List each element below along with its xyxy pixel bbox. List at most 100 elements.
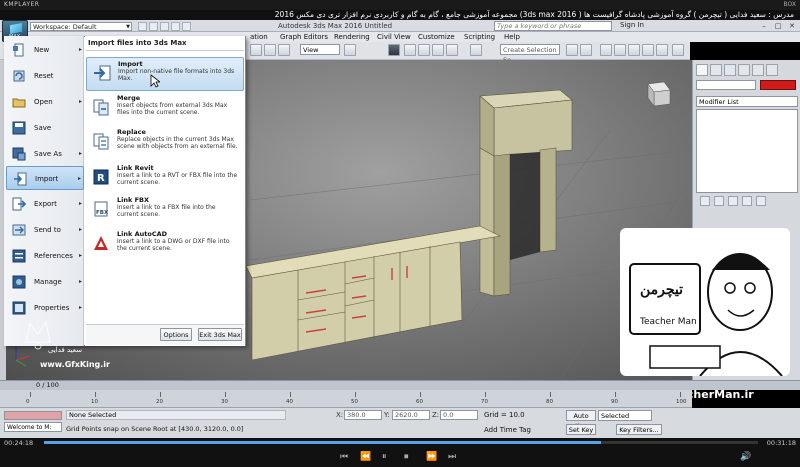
menu-customize[interactable]: Customize (418, 33, 455, 41)
menu-animation[interactable]: ation (250, 33, 268, 41)
utilities-tab-icon[interactable] (766, 64, 778, 76)
search-input[interactable]: Type a keyword or phrase (494, 21, 612, 31)
time-slider[interactable] (0, 380, 800, 390)
select-manipulate-icon[interactable] (388, 44, 400, 56)
y-coordinate-field[interactable]: 2620.0 (392, 410, 430, 420)
modifier-stack[interactable] (696, 109, 798, 193)
menu-import[interactable]: Import ▸ (6, 166, 84, 190)
quick-access-redo-icon[interactable] (182, 22, 191, 31)
previous-icon[interactable]: ⏮ (340, 452, 348, 462)
exit-button[interactable]: Exit 3ds Max (198, 328, 242, 341)
layer-manager-icon[interactable] (614, 44, 626, 56)
import-item-desc: Replace objects in the current 3ds Max s… (117, 136, 238, 150)
z-coordinate-field[interactable]: 0.0 (440, 410, 478, 420)
volume-icon[interactable]: 🔊 (740, 452, 751, 462)
workspace-dropdown[interactable]: Workspace: Default ▼ (30, 22, 132, 31)
import-item-link-fbx[interactable]: FBX Link FBX Insert a link to a FBX file… (86, 194, 244, 228)
menu-export[interactable]: Export ▸ (6, 192, 84, 216)
remove-modifier-icon[interactable] (742, 196, 752, 206)
make-unique-icon[interactable] (728, 196, 738, 206)
import-item-link-autocad[interactable]: Link AutoCAD Insert a link to a DWG or D… (86, 228, 244, 262)
import-item-link-revit[interactable]: R Link Revit Insert a link to a RVT or F… (86, 162, 244, 196)
spinner-snap-icon[interactable] (446, 44, 458, 56)
menu-save-as[interactable]: Save As ▸ (6, 142, 84, 166)
signin-link[interactable]: Sign In (620, 21, 644, 29)
key-filters-button[interactable]: Key Filters... (616, 424, 662, 435)
quick-access-undo-icon[interactable] (171, 22, 180, 31)
set-key-button[interactable]: Set Key (566, 424, 596, 435)
edit-named-selection-icon[interactable] (470, 44, 482, 56)
material-editor-icon[interactable] (656, 44, 668, 56)
quick-access-new-icon[interactable] (138, 22, 147, 31)
player-box-label[interactable]: BOX (784, 1, 796, 8)
track-bar[interactable] (0, 390, 692, 408)
close-icon[interactable]: ✕ (786, 21, 798, 31)
options-button[interactable]: Options (160, 328, 192, 341)
minimize-icon[interactable]: – (758, 21, 770, 31)
bind-space-warp-icon[interactable] (278, 44, 290, 56)
maxscript-listener-input[interactable]: Welcome to M: (4, 422, 62, 432)
unlink-icon[interactable] (264, 44, 276, 56)
stop-icon[interactable]: ⏹ (404, 452, 409, 462)
viewcube-icon[interactable] (647, 81, 671, 107)
menu-help[interactable]: Help (504, 33, 520, 41)
pause-icon[interactable]: ⏸ (382, 452, 387, 462)
menu-manage[interactable]: Manage ▸ (6, 270, 84, 294)
forward-icon[interactable]: ⏩ (426, 452, 437, 462)
timeline-tick (550, 392, 551, 397)
auto-key-button[interactable]: Auto Key (566, 410, 596, 430)
quick-access-save-icon[interactable] (160, 22, 169, 31)
next-icon[interactable]: ⏭ (448, 452, 456, 462)
pivot-icon[interactable] (344, 44, 356, 56)
menu-new[interactable]: New ▸ (6, 38, 84, 62)
menu-open[interactable]: Open ▸ (6, 90, 84, 114)
maximize-icon[interactable]: □ (772, 21, 784, 31)
menu-send-to[interactable]: Send to ▸ (6, 218, 84, 242)
import-item-title: Import (118, 60, 143, 68)
menu-rendering[interactable]: Rendering (334, 33, 370, 41)
motion-tab-icon[interactable] (738, 64, 750, 76)
object-name-field[interactable] (696, 80, 756, 90)
hierarchy-tab-icon[interactable] (724, 64, 736, 76)
rewind-icon[interactable]: ⏪ (360, 452, 371, 462)
render-setup-icon[interactable] (672, 44, 684, 56)
import-item-title: Merge (117, 94, 141, 102)
menu-reset[interactable]: Reset (6, 64, 84, 88)
import-item-merge[interactable]: Merge Insert objects from external 3ds M… (86, 92, 244, 126)
import-item-desc: Insert a link to a RVT or FBX file into … (117, 172, 238, 186)
configure-modifier-sets-icon[interactable] (756, 196, 766, 206)
key-selection-dropdown[interactable]: Selected (598, 410, 652, 421)
menu-scripting[interactable]: Scripting (464, 33, 495, 41)
mirror-icon[interactable] (566, 44, 578, 56)
maxscript-listener-top[interactable] (4, 411, 62, 420)
menu-save[interactable]: Save (6, 116, 84, 140)
import-item-replace[interactable]: Replace Replace objects in the current 3… (86, 126, 244, 160)
snap-3d-icon[interactable] (404, 44, 416, 56)
named-selection-dropdown[interactable]: Create Selection Se (500, 44, 560, 64)
menu-civil-view[interactable]: Civil View (377, 33, 411, 41)
object-color-swatch[interactable] (760, 80, 796, 90)
show-end-result-icon[interactable] (714, 196, 724, 206)
import-item-import[interactable]: Import Import non-native file formats in… (86, 57, 244, 91)
pin-stack-icon[interactable] (700, 196, 710, 206)
curve-editor-icon[interactable] (642, 44, 654, 56)
add-time-tag[interactable]: Add Time Tag (484, 426, 531, 434)
menu-references[interactable]: References ▸ (6, 244, 84, 268)
window-caption: Autodesk 3ds Max 2016 Untitled (278, 22, 393, 30)
modifier-list-dropdown[interactable]: Modifier List (696, 96, 798, 107)
player-seek-bar[interactable] (44, 441, 758, 444)
percent-snap-icon[interactable] (432, 44, 444, 56)
menu-graph-editors[interactable]: Graph Editors (280, 33, 328, 41)
create-tab-icon[interactable] (696, 64, 708, 76)
modify-tab-icon[interactable] (710, 64, 722, 76)
angle-snap-icon[interactable] (418, 44, 430, 56)
align-icon[interactable] (580, 44, 592, 56)
quick-access-open-icon[interactable] (149, 22, 158, 31)
reference-coordinate-dropdown[interactable]: View (300, 44, 340, 55)
select-link-icon[interactable] (250, 44, 262, 56)
x-coordinate-field[interactable]: 380.0 (344, 410, 382, 420)
send-to-icon (12, 224, 26, 236)
scene-explorer-icon[interactable] (600, 44, 612, 56)
graphite-toggle-icon[interactable] (628, 44, 640, 56)
display-tab-icon[interactable] (752, 64, 764, 76)
